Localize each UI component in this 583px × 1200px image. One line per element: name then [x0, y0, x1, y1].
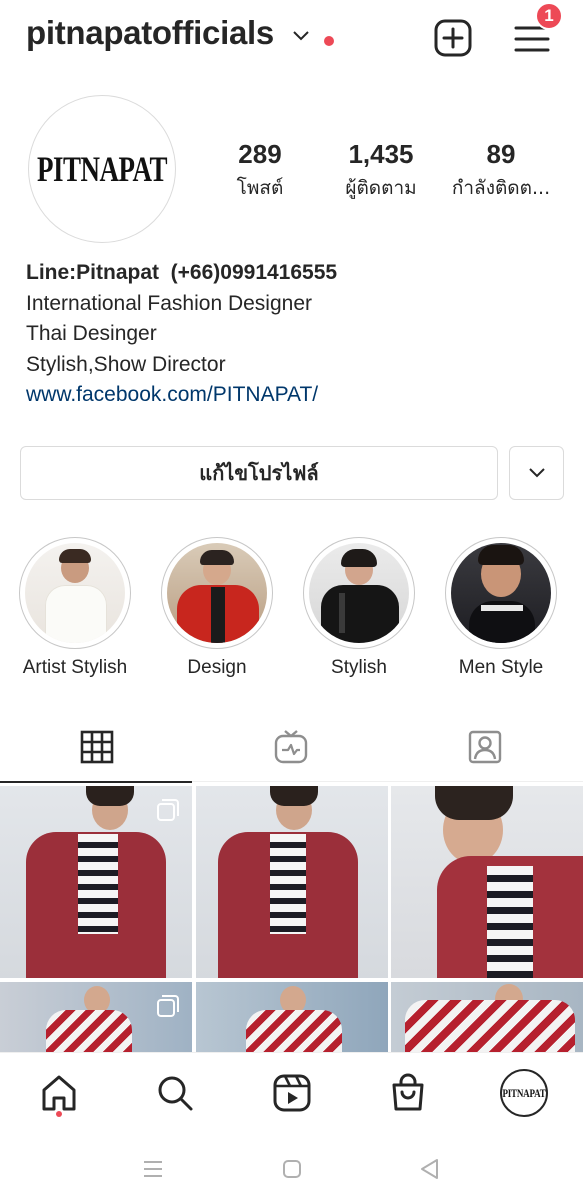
nav-home[interactable] — [37, 1071, 81, 1115]
stat-followers[interactable]: 1,435 ผู้ติดตาม — [330, 137, 432, 205]
highlight-label: Stylish — [331, 657, 387, 678]
stat-posts-count: 289 — [238, 139, 282, 169]
highlight-label: Artist Stylish — [22, 657, 128, 678]
tagged-icon — [468, 730, 502, 764]
post-thumbnail[interactable] — [0, 982, 192, 1052]
system-navigation-bar — [0, 1138, 583, 1200]
bio-line: International Fashion Designer — [26, 291, 313, 315]
home-icon — [42, 1075, 76, 1111]
bio-website-link[interactable]: www.facebook.com/PITNAPAT/ — [26, 380, 566, 411]
igtv-icon — [274, 730, 308, 764]
highlight-cover-image — [167, 543, 267, 643]
search-icon — [158, 1076, 193, 1111]
story-highlight[interactable]: Artist Stylish — [0, 537, 150, 679]
profile-tabs — [0, 712, 583, 783]
plus-square-icon[interactable] — [433, 18, 473, 58]
highlight-ring — [161, 537, 273, 649]
nav-reels[interactable] — [270, 1071, 314, 1115]
notification-badge: 1 — [535, 2, 563, 30]
home-notification-dot — [56, 1111, 62, 1117]
profile-avatar[interactable]: PITNAPAT — [28, 95, 176, 243]
username-title[interactable]: pitnapatofficials — [26, 14, 274, 52]
stat-posts[interactable]: 289 โพสต์ — [218, 137, 302, 205]
recent-apps-button[interactable] — [138, 1154, 168, 1184]
stat-followers-count: 1,435 — [348, 139, 414, 169]
stat-following-label: กำลังติดต... — [451, 177, 551, 199]
highlight-ring — [303, 537, 415, 649]
system-back-button[interactable] — [415, 1154, 445, 1184]
highlight-cover-image — [309, 543, 409, 643]
grid-icon — [80, 730, 114, 764]
bio-line: Thai Desinger — [26, 322, 157, 345]
highlight-ring — [445, 537, 557, 649]
stat-posts-label: โพสต์ — [236, 177, 284, 199]
nav-search[interactable] — [153, 1071, 197, 1115]
back-icon — [421, 1159, 438, 1179]
highlight-cover-image — [25, 543, 125, 643]
post-thumbnail[interactable] — [391, 982, 583, 1052]
tab-tagged[interactable] — [388, 712, 582, 782]
stat-followers-label: ผู้ติดตาม — [345, 177, 417, 199]
story-highlight[interactable]: Men Style — [426, 537, 576, 679]
suggested-accounts-button[interactable] — [509, 446, 564, 500]
bio-name-line: Line:Pitnapat (+66)0991416555 — [26, 261, 338, 284]
bio-line: Stylish,Show Director — [26, 352, 226, 376]
profile-header: pitnapatofficials 1 — [0, 0, 583, 80]
chevron-down-icon[interactable] — [292, 30, 310, 42]
system-home-button[interactable] — [277, 1154, 307, 1184]
highlight-cover-image — [451, 543, 551, 643]
bottom-navigation: PITNAPAT — [0, 1052, 583, 1138]
active-tab-indicator — [0, 781, 192, 783]
profile-bio: Line:Pitnapat (+66)0991416555 Internatio… — [26, 258, 566, 411]
shop-icon — [392, 1073, 424, 1111]
tab-igtv[interactable] — [194, 712, 388, 782]
nav-shop[interactable] — [386, 1071, 430, 1115]
nav-avatar-logo-text: PITNAPAT — [502, 1086, 546, 1100]
notification-dot — [324, 36, 334, 46]
recent-apps-icon — [144, 1161, 162, 1177]
post-thumbnail[interactable] — [196, 786, 388, 978]
post-thumbnail[interactable] — [0, 786, 192, 978]
reels-icon — [273, 1074, 311, 1112]
avatar-logo-text: PITNAPAT — [37, 148, 168, 189]
highlight-label: Men Style — [458, 657, 544, 678]
stat-following-count: 89 — [486, 139, 516, 169]
stat-following[interactable]: 89 กำลังติดต... — [444, 137, 558, 205]
edit-profile-button[interactable]: แก้ไขโปรไฟล์ — [20, 446, 498, 500]
multiple-posts-icon — [157, 799, 179, 821]
highlight-label: Design — [187, 657, 247, 678]
highlight-ring — [19, 537, 131, 649]
nav-profile-avatar[interactable]: PITNAPAT — [500, 1069, 548, 1117]
tab-grid[interactable] — [0, 712, 194, 783]
chevron-down-icon — [528, 468, 545, 478]
story-highlight[interactable]: Design — [142, 537, 292, 679]
post-thumbnail[interactable] — [391, 786, 583, 978]
posts-grid — [0, 786, 583, 1052]
post-thumbnail[interactable] — [196, 982, 388, 1052]
multiple-posts-icon — [157, 995, 179, 1017]
story-highlight[interactable]: Stylish — [284, 537, 434, 679]
home-square-icon — [283, 1160, 301, 1178]
